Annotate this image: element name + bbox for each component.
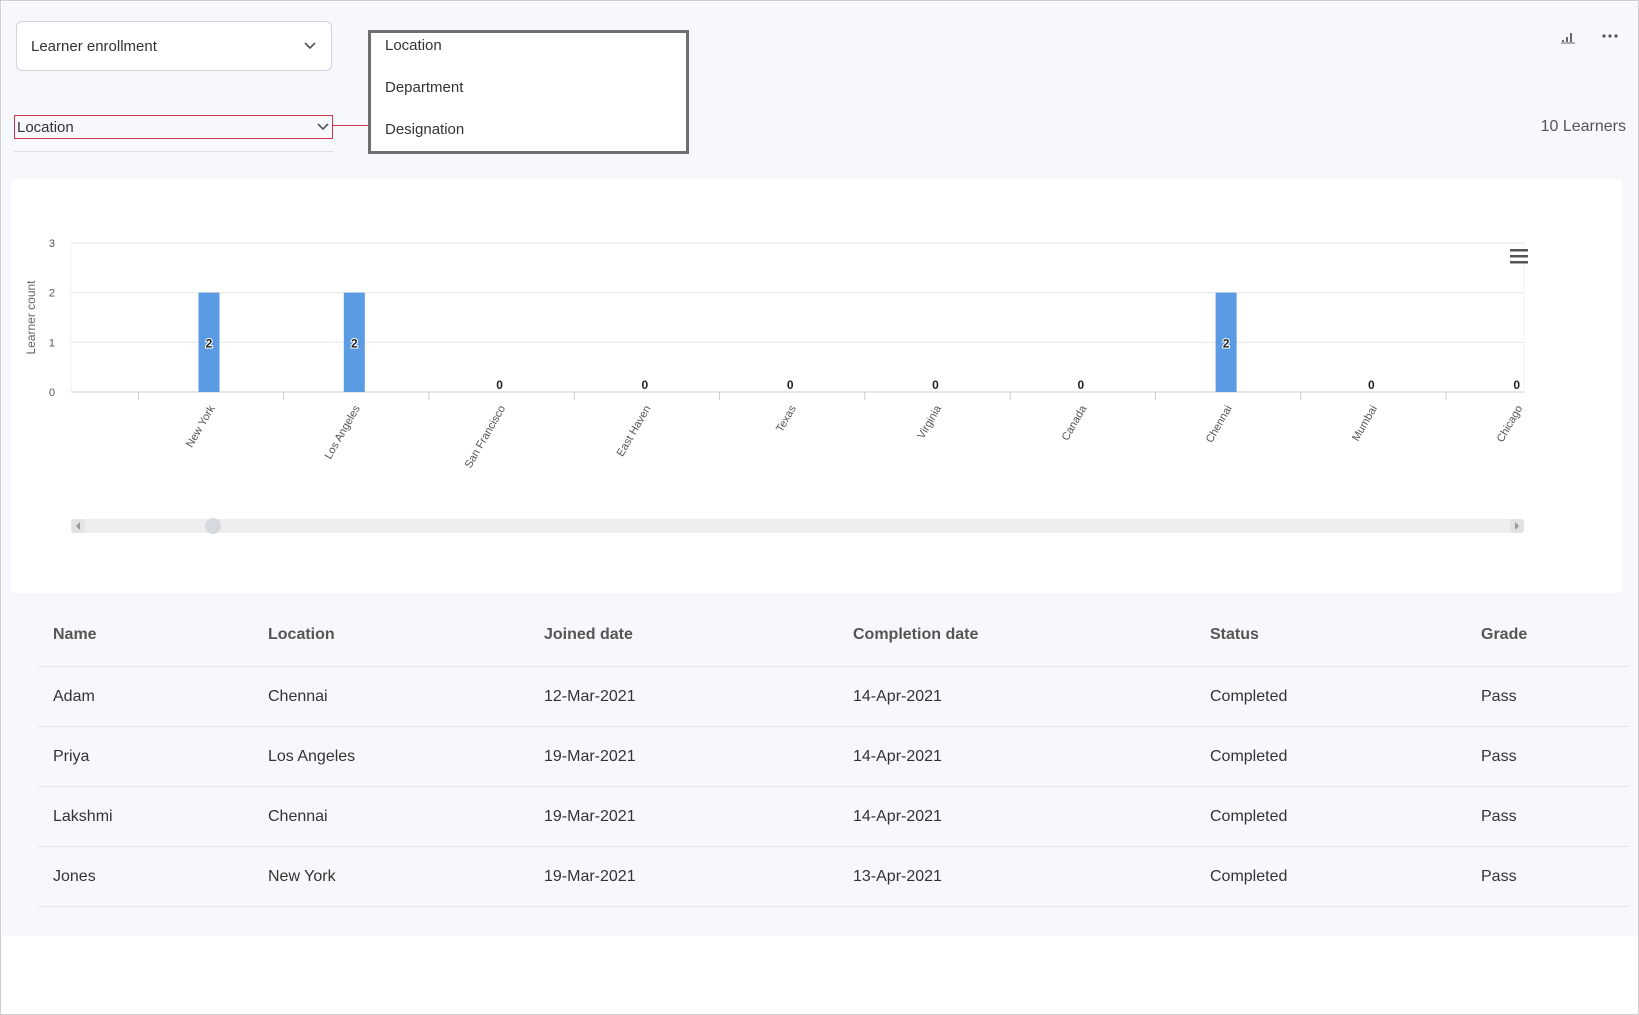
x-tick-label: Los Angeles — [323, 403, 364, 461]
column-header[interactable]: Completion date — [853, 626, 978, 644]
chart-scrollbar-track — [71, 519, 1524, 533]
table-cell: Lakshmi — [53, 807, 113, 825]
data-label: 2 — [1223, 336, 1230, 350]
table-cell: Adam — [53, 687, 95, 705]
report-type-select[interactable]: Learner enrollment — [16, 21, 332, 71]
table-cell: Pass — [1481, 807, 1517, 825]
table-cell: Pass — [1481, 747, 1517, 765]
group-by-underline — [14, 151, 334, 152]
x-tick-label: Texas — [774, 403, 799, 434]
data-label: 0 — [1368, 378, 1375, 392]
table-row[interactable]: Priya Los Angeles 19-Mar-2021 14-Apr-2021 Co… — [38, 727, 1629, 787]
plot-area — [70, 242, 1525, 393]
x-tick-label: Canada — [1060, 403, 1090, 443]
data-label: 0 — [1077, 378, 1084, 392]
x-tick-label: East Haven — [615, 404, 654, 459]
app-frame: Learner enrollment Location Location Dep… — [0, 0, 1639, 1015]
data-label: 0 — [1513, 378, 1520, 392]
chart-card: 0 1 2 3 Learner count New York 2 Los Angeles 2 Sa… — [11, 179, 1622, 593]
bar-chart: 0 1 2 3 Learner count New York 2 Los Angeles 2 Sa… — [24, 238, 1528, 534]
table-cell: New York — [268, 867, 336, 885]
table-cell: Pass — [1481, 687, 1517, 705]
group-by-dropdown: Location Department Designation — [368, 30, 689, 154]
dropdown-option-designation[interactable]: Designation — [385, 121, 464, 138]
hamburger-menu-icon[interactable] — [1510, 249, 1528, 264]
table-cell: Completed — [1210, 687, 1288, 705]
column-header[interactable]: Status — [1210, 626, 1259, 644]
dropdown-option-department[interactable]: Department — [385, 79, 463, 96]
table-cell: Chennai — [268, 807, 328, 825]
x-tick-label: New York — [184, 403, 218, 450]
y-axis-label: Learner count — [24, 280, 38, 355]
column-header[interactable]: Location — [268, 626, 335, 644]
chart-scrollbar-thumb[interactable] — [205, 518, 221, 534]
column-header[interactable]: Joined date — [544, 626, 633, 644]
learner-table: Name Location Joined date Completion date St… — [38, 604, 1629, 907]
group-by-value: Location — [17, 118, 74, 136]
chevron-down-icon — [317, 123, 329, 131]
table-cell: 14-Apr-2021 — [853, 807, 942, 825]
x-tick-label: Virginia — [915, 403, 944, 441]
table-cell: 19-Mar-2021 — [544, 807, 636, 825]
table-row[interactable]: Adam Chennai 12-Mar-2021 14-Apr-2021 Complet… — [38, 667, 1629, 727]
y-tick-label: 2 — [49, 288, 55, 300]
x-tick-label: Chennai — [1204, 404, 1235, 445]
x-tick-label: Chicago — [1495, 404, 1526, 445]
group-by-select[interactable]: Location — [14, 115, 333, 139]
chevron-down-icon — [304, 42, 316, 50]
table-row[interactable]: Lakshmi Chennai 19-Mar-2021 14-Apr-2021 Comp… — [38, 787, 1629, 847]
table-cell: 13-Apr-2021 — [853, 867, 942, 885]
table-row[interactable]: Jones New York 19-Mar-2021 13-Apr-2021 Compl… — [38, 847, 1629, 907]
column-header[interactable]: Name — [53, 626, 97, 644]
table-cell: Completed — [1210, 867, 1288, 885]
table-cell: 12-Mar-2021 — [544, 687, 636, 705]
data-label: 0 — [496, 378, 503, 392]
callout-connector — [333, 125, 368, 126]
data-label: 2 — [206, 336, 213, 350]
x-tick-label: San Francisco — [463, 404, 509, 471]
table-cell: Los Angeles — [268, 747, 356, 765]
table-cell: Priya — [53, 747, 90, 765]
y-tick-label: 0 — [49, 387, 55, 399]
table-cell: 19-Mar-2021 — [544, 867, 636, 885]
table-cell: Chennai — [268, 687, 328, 705]
data-label: 0 — [787, 378, 794, 392]
data-label: 2 — [351, 336, 358, 350]
table-cell: Completed — [1210, 807, 1288, 825]
table-cell: 14-Apr-2021 — [853, 687, 942, 705]
table-cell: Pass — [1481, 867, 1517, 885]
data-label: 0 — [932, 378, 939, 392]
x-tick-label: Mumbai — [1350, 404, 1380, 444]
report-type-value: Learner enrollment — [31, 37, 157, 55]
column-header[interactable]: Grade — [1481, 626, 1527, 644]
learner-count: 10 Learners — [1540, 118, 1626, 135]
bar-chart-icon[interactable] — [1560, 28, 1576, 44]
table-cell: Jones — [53, 867, 96, 885]
more-horizontal-icon[interactable] — [1601, 29, 1619, 43]
dropdown-option-location[interactable]: Location — [385, 37, 442, 54]
y-tick-label: 3 — [49, 238, 55, 250]
data-label: 0 — [642, 378, 649, 392]
table-cell: 19-Mar-2021 — [544, 747, 636, 765]
table-cell: 14-Apr-2021 — [853, 747, 942, 765]
table-cell: Completed — [1210, 747, 1288, 765]
y-tick-label: 1 — [49, 337, 55, 349]
table-header-row: Name Location Joined date Completion date St… — [38, 604, 1629, 667]
